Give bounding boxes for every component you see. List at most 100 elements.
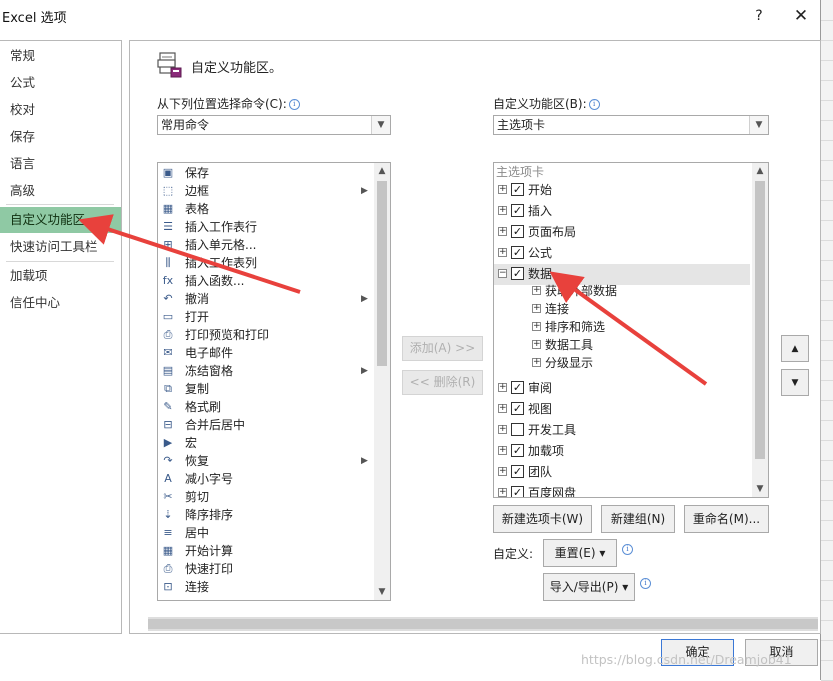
tree-tab-item[interactable]: + ✓ 团队 xyxy=(494,462,750,483)
tab-checkbox[interactable]: ✓ xyxy=(511,225,524,238)
expand-icon[interactable]: + xyxy=(498,248,507,257)
expand-icon[interactable]: + xyxy=(498,488,507,497)
rename-button[interactable]: 重命名(M)... xyxy=(684,505,769,533)
choose-commands-dropdown[interactable]: 常用命令 ▼ xyxy=(157,115,391,135)
command-item[interactable]: ⎙ 快速打印 xyxy=(158,560,372,578)
tree-tab-item[interactable]: + ✓ 百度网盘 xyxy=(494,483,750,497)
collapse-icon[interactable]: − xyxy=(498,269,507,278)
command-item[interactable]: ⊞ 插入单元格... xyxy=(158,236,372,254)
command-item[interactable]: ▦ 开始计算 xyxy=(158,542,372,560)
command-item[interactable]: ⇣ 降序排序 xyxy=(158,506,372,524)
tab-checkbox[interactable]: ✓ xyxy=(511,381,524,394)
command-item[interactable]: ▤ 冻结窗格 ▶ xyxy=(158,362,372,380)
expand-icon[interactable]: + xyxy=(532,322,541,331)
command-item[interactable]: ⎙ 打印预览和打印 xyxy=(158,326,372,344)
expand-icon[interactable]: + xyxy=(532,304,541,313)
tree-tab-item[interactable]: + ✓ 页面布局 xyxy=(494,222,750,243)
command-item[interactable]: A 减小字号 xyxy=(158,470,372,488)
scrollbar-thumb[interactable] xyxy=(148,619,818,629)
ribbon-tabs-tree[interactable]: 主选项卡 + ✓ 开始 + ✓ 插入 + ✓ 页面布局 + ✓ 公式 − ✓ 数据 + 获取外部数据 + 连接 + 排序… xyxy=(493,162,769,498)
tree-tab-item[interactable]: + ✓ 加载项 xyxy=(494,441,750,462)
expand-icon[interactable]: + xyxy=(498,404,507,413)
nav-item[interactable]: 自定义功能区 xyxy=(0,207,121,233)
tab-checkbox[interactable]: ✓ xyxy=(511,465,524,478)
tree-tab-item[interactable]: + ✓ 审阅 xyxy=(494,378,750,399)
expand-icon[interactable]: + xyxy=(498,425,507,434)
expand-icon[interactable]: + xyxy=(498,185,507,194)
help-button[interactable]: ? xyxy=(748,5,770,27)
customize-ribbon-dropdown[interactable]: 主选项卡 ▼ xyxy=(493,115,769,135)
tab-checkbox[interactable]: ✓ xyxy=(511,246,524,259)
expand-icon[interactable]: + xyxy=(532,340,541,349)
command-item[interactable]: ▦ 表格 xyxy=(158,200,372,218)
new-tab-button[interactable]: 新建选项卡(W) xyxy=(493,505,592,533)
chevron-down-icon[interactable]: ▼ xyxy=(371,116,390,134)
command-item[interactable]: ✎ 格式刷 xyxy=(158,398,372,416)
expand-icon[interactable]: + xyxy=(532,358,541,367)
move-up-button[interactable]: ▲ xyxy=(781,335,809,362)
chevron-down-icon[interactable]: ▼ xyxy=(749,116,768,134)
nav-item[interactable]: 快速访问工具栏 xyxy=(0,234,121,260)
nav-item[interactable]: 公式 xyxy=(0,70,121,96)
tree-group-item[interactable]: + 获取外部数据 xyxy=(494,282,750,300)
expand-icon[interactable]: + xyxy=(498,446,507,455)
tree-tab-item[interactable]: + ✓ 插入 xyxy=(494,201,750,222)
tree-group-item[interactable]: + 排序和筛选 xyxy=(494,318,750,336)
import-export-button[interactable]: 导入/导出(P) ▾ xyxy=(543,573,635,601)
close-button[interactable]: ✕ xyxy=(789,5,813,27)
tree-group-item[interactable]: + 连接 xyxy=(494,300,750,318)
tree-tab-item[interactable]: + ✓ 开始 xyxy=(494,180,750,201)
nav-item[interactable]: 语言 xyxy=(0,151,121,177)
scrollbar-thumb[interactable] xyxy=(377,181,387,366)
reset-button[interactable]: 重置(E) ▾ xyxy=(543,539,617,567)
command-item[interactable]: ↶ 撤消 ▶ xyxy=(158,290,372,308)
scrollbar-thumb[interactable] xyxy=(755,181,765,459)
tree-group-item[interactable]: + 数据工具 xyxy=(494,336,750,354)
scroll-up-icon[interactable]: ▲ xyxy=(752,163,768,179)
move-down-button[interactable]: ▼ xyxy=(781,369,809,396)
nav-item[interactable]: 常规 xyxy=(0,43,121,69)
add-button[interactable]: 添加(A) >> xyxy=(402,336,483,361)
expand-icon[interactable]: + xyxy=(498,467,507,476)
tab-checkbox[interactable]: ✓ xyxy=(511,444,524,457)
remove-button[interactable]: << 删除(R) xyxy=(402,370,483,395)
tree-tab-item[interactable]: + ✓ 公式 xyxy=(494,243,750,264)
expand-icon[interactable]: + xyxy=(498,206,507,215)
tree-tab-item[interactable]: + ✓ 视图 xyxy=(494,399,750,420)
nav-item[interactable]: 信任中心 xyxy=(0,290,121,316)
nav-item[interactable]: 高级 xyxy=(0,178,121,204)
command-item[interactable]: ⊡ 连接 xyxy=(158,578,372,596)
command-item[interactable]: ▣ 保存 xyxy=(158,164,372,182)
command-item[interactable]: ✉ 电子邮件 xyxy=(158,344,372,362)
new-group-button[interactable]: 新建组(N) xyxy=(601,505,675,533)
command-item[interactable]: ☰ 插入工作表行 xyxy=(158,218,372,236)
nav-item[interactable]: 校对 xyxy=(0,97,121,123)
expand-icon[interactable]: + xyxy=(498,383,507,392)
command-item[interactable]: ⧉ 复制 xyxy=(158,380,372,398)
horizontal-scrollbar[interactable] xyxy=(148,617,818,631)
command-list[interactable]: ▣ 保存 ⬚ 边框 ▶ ▦ 表格 ☰ 插入工作表行 ⊞ 插入单元格... ⫼ 插入工作表列 fx 插入函数.… xyxy=(157,162,391,601)
nav-item[interactable]: 保存 xyxy=(0,124,121,150)
command-item[interactable]: ↷ 恢复 ▶ xyxy=(158,452,372,470)
command-item[interactable]: ≡ 居中 xyxy=(158,524,372,542)
command-item[interactable]: ▭ 打开 xyxy=(158,308,372,326)
tab-checkbox[interactable]: ✓ xyxy=(511,402,524,415)
command-item[interactable]: ⊟ 合并后居中 xyxy=(158,416,372,434)
expand-icon[interactable]: + xyxy=(532,286,541,295)
tab-checkbox[interactable]: ✓ xyxy=(511,267,524,280)
tab-checkbox[interactable]: ✓ xyxy=(511,204,524,217)
nav-item[interactable]: 加载项 xyxy=(0,263,121,289)
scroll-up-icon[interactable]: ▲ xyxy=(374,163,390,179)
tree-group-item[interactable]: + 分级显示 xyxy=(494,354,750,372)
command-item[interactable]: ⫼ 插入工作表列 xyxy=(158,254,372,272)
command-item[interactable]: fx 插入函数... xyxy=(158,272,372,290)
tab-checkbox[interactable]: ✓ xyxy=(511,183,524,196)
tree-tab-item[interactable]: + 开发工具 xyxy=(494,420,750,441)
tab-checkbox[interactable]: ✓ xyxy=(511,486,524,497)
command-item[interactable]: ✂ 剪切 xyxy=(158,488,372,506)
tree-scrollbar[interactable]: ▲ ▼ xyxy=(752,163,768,497)
command-item[interactable]: ▶ 宏 xyxy=(158,434,372,452)
command-item[interactable]: ⬚ 边框 ▶ xyxy=(158,182,372,200)
scroll-down-icon[interactable]: ▼ xyxy=(752,481,768,497)
scroll-down-icon[interactable]: ▼ xyxy=(374,584,390,600)
